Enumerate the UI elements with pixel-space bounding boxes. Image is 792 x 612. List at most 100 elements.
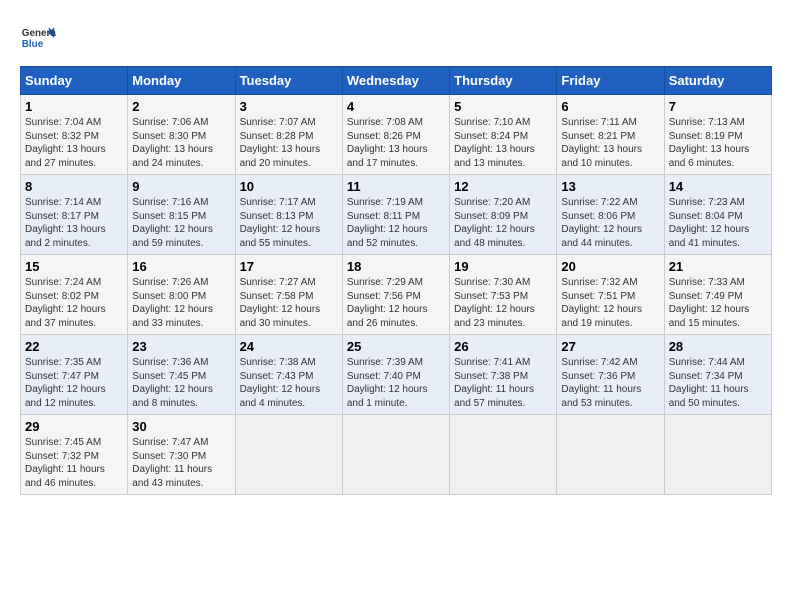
empty-cell <box>557 415 664 495</box>
day-info: Sunrise: 7:08 AM Sunset: 8:26 PM Dayligh… <box>347 116 445 170</box>
day-info: Sunrise: 7:39 AM Sunset: 7:40 PM Dayligh… <box>347 356 445 410</box>
calendar-row: 22 Sunrise: 7:35 AM Sunset: 7:47 PM Dayli… <box>21 335 772 415</box>
day-info: Sunrise: 7:45 AM Sunset: 7:32 PM Dayligh… <box>25 436 123 490</box>
logo-icon: General Blue <box>20 20 56 56</box>
calendar-row: 15 Sunrise: 7:24 AM Sunset: 8:02 PM Dayli… <box>21 255 772 335</box>
day-info: Sunrise: 7:07 AM Sunset: 8:28 PM Dayligh… <box>240 116 338 170</box>
day-info: Sunrise: 7:38 AM Sunset: 7:43 PM Dayligh… <box>240 356 338 410</box>
weekday-header-sunday: Sunday <box>21 67 128 95</box>
day-info: Sunrise: 7:47 AM Sunset: 7:30 PM Dayligh… <box>132 436 230 490</box>
day-cell: 17 Sunrise: 7:27 AM Sunset: 7:58 PM Dayli… <box>235 255 342 335</box>
empty-cell <box>235 415 342 495</box>
day-number: 22 <box>25 339 123 354</box>
calendar-row: 8 Sunrise: 7:14 AM Sunset: 8:17 PM Daylig… <box>21 175 772 255</box>
day-info: Sunrise: 7:13 AM Sunset: 8:19 PM Dayligh… <box>669 116 767 170</box>
day-number: 26 <box>454 339 552 354</box>
empty-cell <box>664 415 771 495</box>
day-cell: 29 Sunrise: 7:45 AM Sunset: 7:32 PM Dayli… <box>21 415 128 495</box>
day-number: 3 <box>240 99 338 114</box>
day-number: 8 <box>25 179 123 194</box>
day-number: 24 <box>240 339 338 354</box>
day-info: Sunrise: 7:41 AM Sunset: 7:38 PM Dayligh… <box>454 356 552 410</box>
day-cell: 18 Sunrise: 7:29 AM Sunset: 7:56 PM Dayli… <box>342 255 449 335</box>
day-number: 28 <box>669 339 767 354</box>
day-info: Sunrise: 7:23 AM Sunset: 8:04 PM Dayligh… <box>669 196 767 250</box>
day-info: Sunrise: 7:24 AM Sunset: 8:02 PM Dayligh… <box>25 276 123 330</box>
day-cell: 30 Sunrise: 7:47 AM Sunset: 7:30 PM Dayli… <box>128 415 235 495</box>
calendar-table: SundayMondayTuesdayWednesdayThursdayFrid… <box>20 66 772 495</box>
day-cell: 24 Sunrise: 7:38 AM Sunset: 7:43 PM Dayli… <box>235 335 342 415</box>
weekday-header-row: SundayMondayTuesdayWednesdayThursdayFrid… <box>21 67 772 95</box>
day-info: Sunrise: 7:32 AM Sunset: 7:51 PM Dayligh… <box>561 276 659 330</box>
day-number: 9 <box>132 179 230 194</box>
day-number: 10 <box>240 179 338 194</box>
day-info: Sunrise: 7:10 AM Sunset: 8:24 PM Dayligh… <box>454 116 552 170</box>
weekday-header-tuesday: Tuesday <box>235 67 342 95</box>
day-number: 29 <box>25 419 123 434</box>
weekday-header-monday: Monday <box>128 67 235 95</box>
day-number: 11 <box>347 179 445 194</box>
day-number: 14 <box>669 179 767 194</box>
day-info: Sunrise: 7:42 AM Sunset: 7:36 PM Dayligh… <box>561 356 659 410</box>
day-cell: 1Sunrise: 7:04 AM Sunset: 8:32 PM Daylig… <box>21 95 128 175</box>
weekday-header-wednesday: Wednesday <box>342 67 449 95</box>
weekday-header-saturday: Saturday <box>664 67 771 95</box>
day-cell: 25 Sunrise: 7:39 AM Sunset: 7:40 PM Dayli… <box>342 335 449 415</box>
day-info: Sunrise: 7:17 AM Sunset: 8:13 PM Dayligh… <box>240 196 338 250</box>
page-header: General Blue <box>20 20 772 56</box>
day-cell: 21 Sunrise: 7:33 AM Sunset: 7:49 PM Dayli… <box>664 255 771 335</box>
day-info: Sunrise: 7:06 AM Sunset: 8:30 PM Dayligh… <box>132 116 230 170</box>
calendar-row: 1Sunrise: 7:04 AM Sunset: 8:32 PM Daylig… <box>21 95 772 175</box>
day-cell: 2 Sunrise: 7:06 AM Sunset: 8:30 PM Daylig… <box>128 95 235 175</box>
day-cell: 19 Sunrise: 7:30 AM Sunset: 7:53 PM Dayli… <box>450 255 557 335</box>
day-cell: 9Sunrise: 7:16 AM Sunset: 8:15 PM Daylig… <box>128 175 235 255</box>
day-number: 2 <box>132 99 230 114</box>
day-info: Sunrise: 7:29 AM Sunset: 7:56 PM Dayligh… <box>347 276 445 330</box>
day-info: Sunrise: 7:11 AM Sunset: 8:21 PM Dayligh… <box>561 116 659 170</box>
day-cell: 5Sunrise: 7:10 AM Sunset: 8:24 PM Daylig… <box>450 95 557 175</box>
day-cell: 20 Sunrise: 7:32 AM Sunset: 7:51 PM Dayli… <box>557 255 664 335</box>
day-number: 21 <box>669 259 767 274</box>
day-number: 23 <box>132 339 230 354</box>
day-number: 7 <box>669 99 767 114</box>
day-info: Sunrise: 7:14 AM Sunset: 8:17 PM Dayligh… <box>25 196 123 250</box>
day-number: 12 <box>454 179 552 194</box>
day-info: Sunrise: 7:35 AM Sunset: 7:47 PM Dayligh… <box>25 356 123 410</box>
day-info: Sunrise: 7:19 AM Sunset: 8:11 PM Dayligh… <box>347 196 445 250</box>
day-cell: 13Sunrise: 7:22 AM Sunset: 8:06 PM Dayli… <box>557 175 664 255</box>
day-info: Sunrise: 7:44 AM Sunset: 7:34 PM Dayligh… <box>669 356 767 410</box>
day-number: 25 <box>347 339 445 354</box>
day-number: 19 <box>454 259 552 274</box>
weekday-header-friday: Friday <box>557 67 664 95</box>
day-cell: 28 Sunrise: 7:44 AM Sunset: 7:34 PM Dayli… <box>664 335 771 415</box>
day-cell: 23 Sunrise: 7:36 AM Sunset: 7:45 PM Dayli… <box>128 335 235 415</box>
day-info: Sunrise: 7:33 AM Sunset: 7:49 PM Dayligh… <box>669 276 767 330</box>
day-cell: 12 Sunrise: 7:20 AM Sunset: 8:09 PM Dayli… <box>450 175 557 255</box>
day-cell: 7 Sunrise: 7:13 AM Sunset: 8:19 PM Daylig… <box>664 95 771 175</box>
day-number: 16 <box>132 259 230 274</box>
calendar-row: 29 Sunrise: 7:45 AM Sunset: 7:32 PM Dayli… <box>21 415 772 495</box>
day-number: 18 <box>347 259 445 274</box>
day-cell: 11 Sunrise: 7:19 AM Sunset: 8:11 PM Dayli… <box>342 175 449 255</box>
day-cell: 6 Sunrise: 7:11 AM Sunset: 8:21 PM Daylig… <box>557 95 664 175</box>
day-info: Sunrise: 7:20 AM Sunset: 8:09 PM Dayligh… <box>454 196 552 250</box>
day-number: 30 <box>132 419 230 434</box>
empty-cell <box>450 415 557 495</box>
day-number: 6 <box>561 99 659 114</box>
logo: General Blue <box>20 20 60 56</box>
weekday-header-thursday: Thursday <box>450 67 557 95</box>
day-number: 1 <box>25 99 123 114</box>
day-cell: 27 Sunrise: 7:42 AM Sunset: 7:36 PM Dayli… <box>557 335 664 415</box>
day-number: 20 <box>561 259 659 274</box>
day-info: Sunrise: 7:27 AM Sunset: 7:58 PM Dayligh… <box>240 276 338 330</box>
day-info: Sunrise: 7:36 AM Sunset: 7:45 PM Dayligh… <box>132 356 230 410</box>
day-cell: 8 Sunrise: 7:14 AM Sunset: 8:17 PM Daylig… <box>21 175 128 255</box>
day-info: Sunrise: 7:30 AM Sunset: 7:53 PM Dayligh… <box>454 276 552 330</box>
day-cell: 15 Sunrise: 7:24 AM Sunset: 8:02 PM Dayli… <box>21 255 128 335</box>
day-number: 27 <box>561 339 659 354</box>
day-number: 4 <box>347 99 445 114</box>
day-info: Sunrise: 7:26 AM Sunset: 8:00 PM Dayligh… <box>132 276 230 330</box>
day-cell: 22 Sunrise: 7:35 AM Sunset: 7:47 PM Dayli… <box>21 335 128 415</box>
day-number: 17 <box>240 259 338 274</box>
day-number: 15 <box>25 259 123 274</box>
